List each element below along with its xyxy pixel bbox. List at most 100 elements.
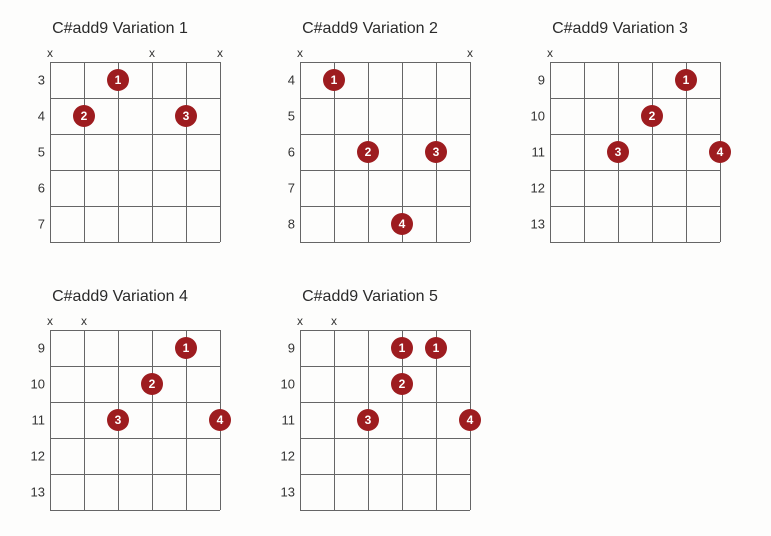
fret-number: 6 bbox=[270, 145, 295, 160]
string-line bbox=[550, 62, 551, 242]
finger-dot: 1 bbox=[107, 69, 129, 91]
finger-dot: 4 bbox=[209, 409, 231, 431]
string-line bbox=[84, 62, 85, 242]
fret-number: 7 bbox=[270, 181, 295, 196]
fret-line bbox=[550, 134, 720, 135]
fret-number: 9 bbox=[20, 341, 45, 356]
chord-title: C#add9 Variation 4 bbox=[20, 288, 220, 306]
string-line bbox=[186, 62, 187, 242]
chord-title: C#add9 Variation 1 bbox=[20, 20, 220, 38]
fretboard-diagram: xx456781234 bbox=[270, 48, 470, 248]
fret-number: 11 bbox=[520, 145, 545, 160]
string-line bbox=[334, 330, 335, 510]
fret-number: 5 bbox=[20, 145, 45, 160]
finger-dot: 1 bbox=[425, 337, 447, 359]
fret-number: 13 bbox=[20, 485, 45, 500]
string-markers: xxx bbox=[50, 48, 220, 60]
mute-marker: x bbox=[297, 316, 303, 326]
fretboard bbox=[50, 62, 220, 242]
fret-line bbox=[300, 98, 470, 99]
fret-number: 10 bbox=[520, 109, 545, 124]
fret-line bbox=[300, 402, 470, 403]
fret-line bbox=[300, 62, 470, 63]
fret-line bbox=[50, 62, 220, 63]
finger-dot: 3 bbox=[357, 409, 379, 431]
finger-dot: 1 bbox=[323, 69, 345, 91]
string-line bbox=[152, 330, 153, 510]
finger-dot: 3 bbox=[425, 141, 447, 163]
fret-number: 4 bbox=[20, 109, 45, 124]
fretboard bbox=[50, 330, 220, 510]
chord-title: C#add9 Variation 2 bbox=[270, 20, 470, 38]
fret-number: 9 bbox=[520, 73, 545, 88]
chord-diagram: C#add9 Variation 4xx9101112131234 bbox=[20, 288, 220, 516]
fretboard-diagram: x9101112131234 bbox=[520, 48, 720, 248]
fret-number: 12 bbox=[520, 181, 545, 196]
mute-marker: x bbox=[297, 48, 303, 58]
mute-marker: x bbox=[331, 316, 337, 326]
fret-number: 9 bbox=[270, 341, 295, 356]
fret-number: 4 bbox=[270, 73, 295, 88]
fret-number: 10 bbox=[270, 377, 295, 392]
string-markers: xx bbox=[50, 316, 220, 328]
string-line bbox=[220, 62, 221, 242]
fret-line bbox=[50, 366, 220, 367]
chord-diagram: C#add9 Variation 1xxx34567123 bbox=[20, 20, 220, 248]
chord-diagram: C#add9 Variation 5xx91011121311234 bbox=[270, 288, 470, 516]
finger-dot: 2 bbox=[641, 105, 663, 127]
chord-diagram: C#add9 Variation 3x9101112131234 bbox=[520, 20, 720, 248]
mute-marker: x bbox=[81, 316, 87, 326]
fret-line bbox=[50, 474, 220, 475]
fret-line bbox=[550, 242, 720, 243]
string-line bbox=[300, 62, 301, 242]
fret-number: 6 bbox=[20, 181, 45, 196]
fret-line bbox=[300, 474, 470, 475]
fret-line bbox=[50, 330, 220, 331]
fret-line bbox=[50, 402, 220, 403]
chord-diagram-grid: C#add9 Variation 1xxx34567123C#add9 Vari… bbox=[20, 20, 751, 516]
chord-diagram: C#add9 Variation 2xx456781234 bbox=[270, 20, 470, 248]
fret-line bbox=[50, 510, 220, 511]
fretboard-diagram: xxx34567123 bbox=[20, 48, 220, 248]
fret-line bbox=[550, 62, 720, 63]
string-line bbox=[300, 330, 301, 510]
finger-dot: 3 bbox=[107, 409, 129, 431]
fret-number: 3 bbox=[20, 73, 45, 88]
finger-dot: 4 bbox=[459, 409, 481, 431]
finger-dot: 3 bbox=[175, 105, 197, 127]
fret-number: 11 bbox=[20, 413, 45, 428]
fret-line bbox=[300, 134, 470, 135]
finger-dot: 2 bbox=[73, 105, 95, 127]
fret-line bbox=[50, 134, 220, 135]
mute-marker: x bbox=[47, 316, 53, 326]
fret-line bbox=[300, 438, 470, 439]
fret-line bbox=[300, 366, 470, 367]
string-line bbox=[584, 62, 585, 242]
chord-title: C#add9 Variation 5 bbox=[270, 288, 470, 306]
fret-line bbox=[550, 206, 720, 207]
fretboard-diagram: xx9101112131234 bbox=[20, 316, 220, 516]
fret-number: 12 bbox=[20, 449, 45, 464]
finger-dot: 2 bbox=[357, 141, 379, 163]
fretboard bbox=[550, 62, 720, 242]
finger-dot: 2 bbox=[141, 373, 163, 395]
string-line bbox=[152, 62, 153, 242]
mute-marker: x bbox=[47, 48, 53, 58]
string-line bbox=[50, 62, 51, 242]
string-markers: x bbox=[550, 48, 720, 60]
fret-line bbox=[300, 170, 470, 171]
fret-line bbox=[50, 206, 220, 207]
fret-number: 12 bbox=[270, 449, 295, 464]
mute-marker: x bbox=[217, 48, 223, 58]
finger-dot: 1 bbox=[391, 337, 413, 359]
finger-dot: 3 bbox=[607, 141, 629, 163]
fretboard-diagram: xx91011121311234 bbox=[270, 316, 470, 516]
fret-line bbox=[50, 242, 220, 243]
fret-number: 13 bbox=[270, 485, 295, 500]
finger-dot: 4 bbox=[391, 213, 413, 235]
fret-line bbox=[50, 438, 220, 439]
fret-line bbox=[300, 510, 470, 511]
finger-dot: 2 bbox=[391, 373, 413, 395]
finger-dot: 1 bbox=[675, 69, 697, 91]
finger-dot: 4 bbox=[709, 141, 731, 163]
